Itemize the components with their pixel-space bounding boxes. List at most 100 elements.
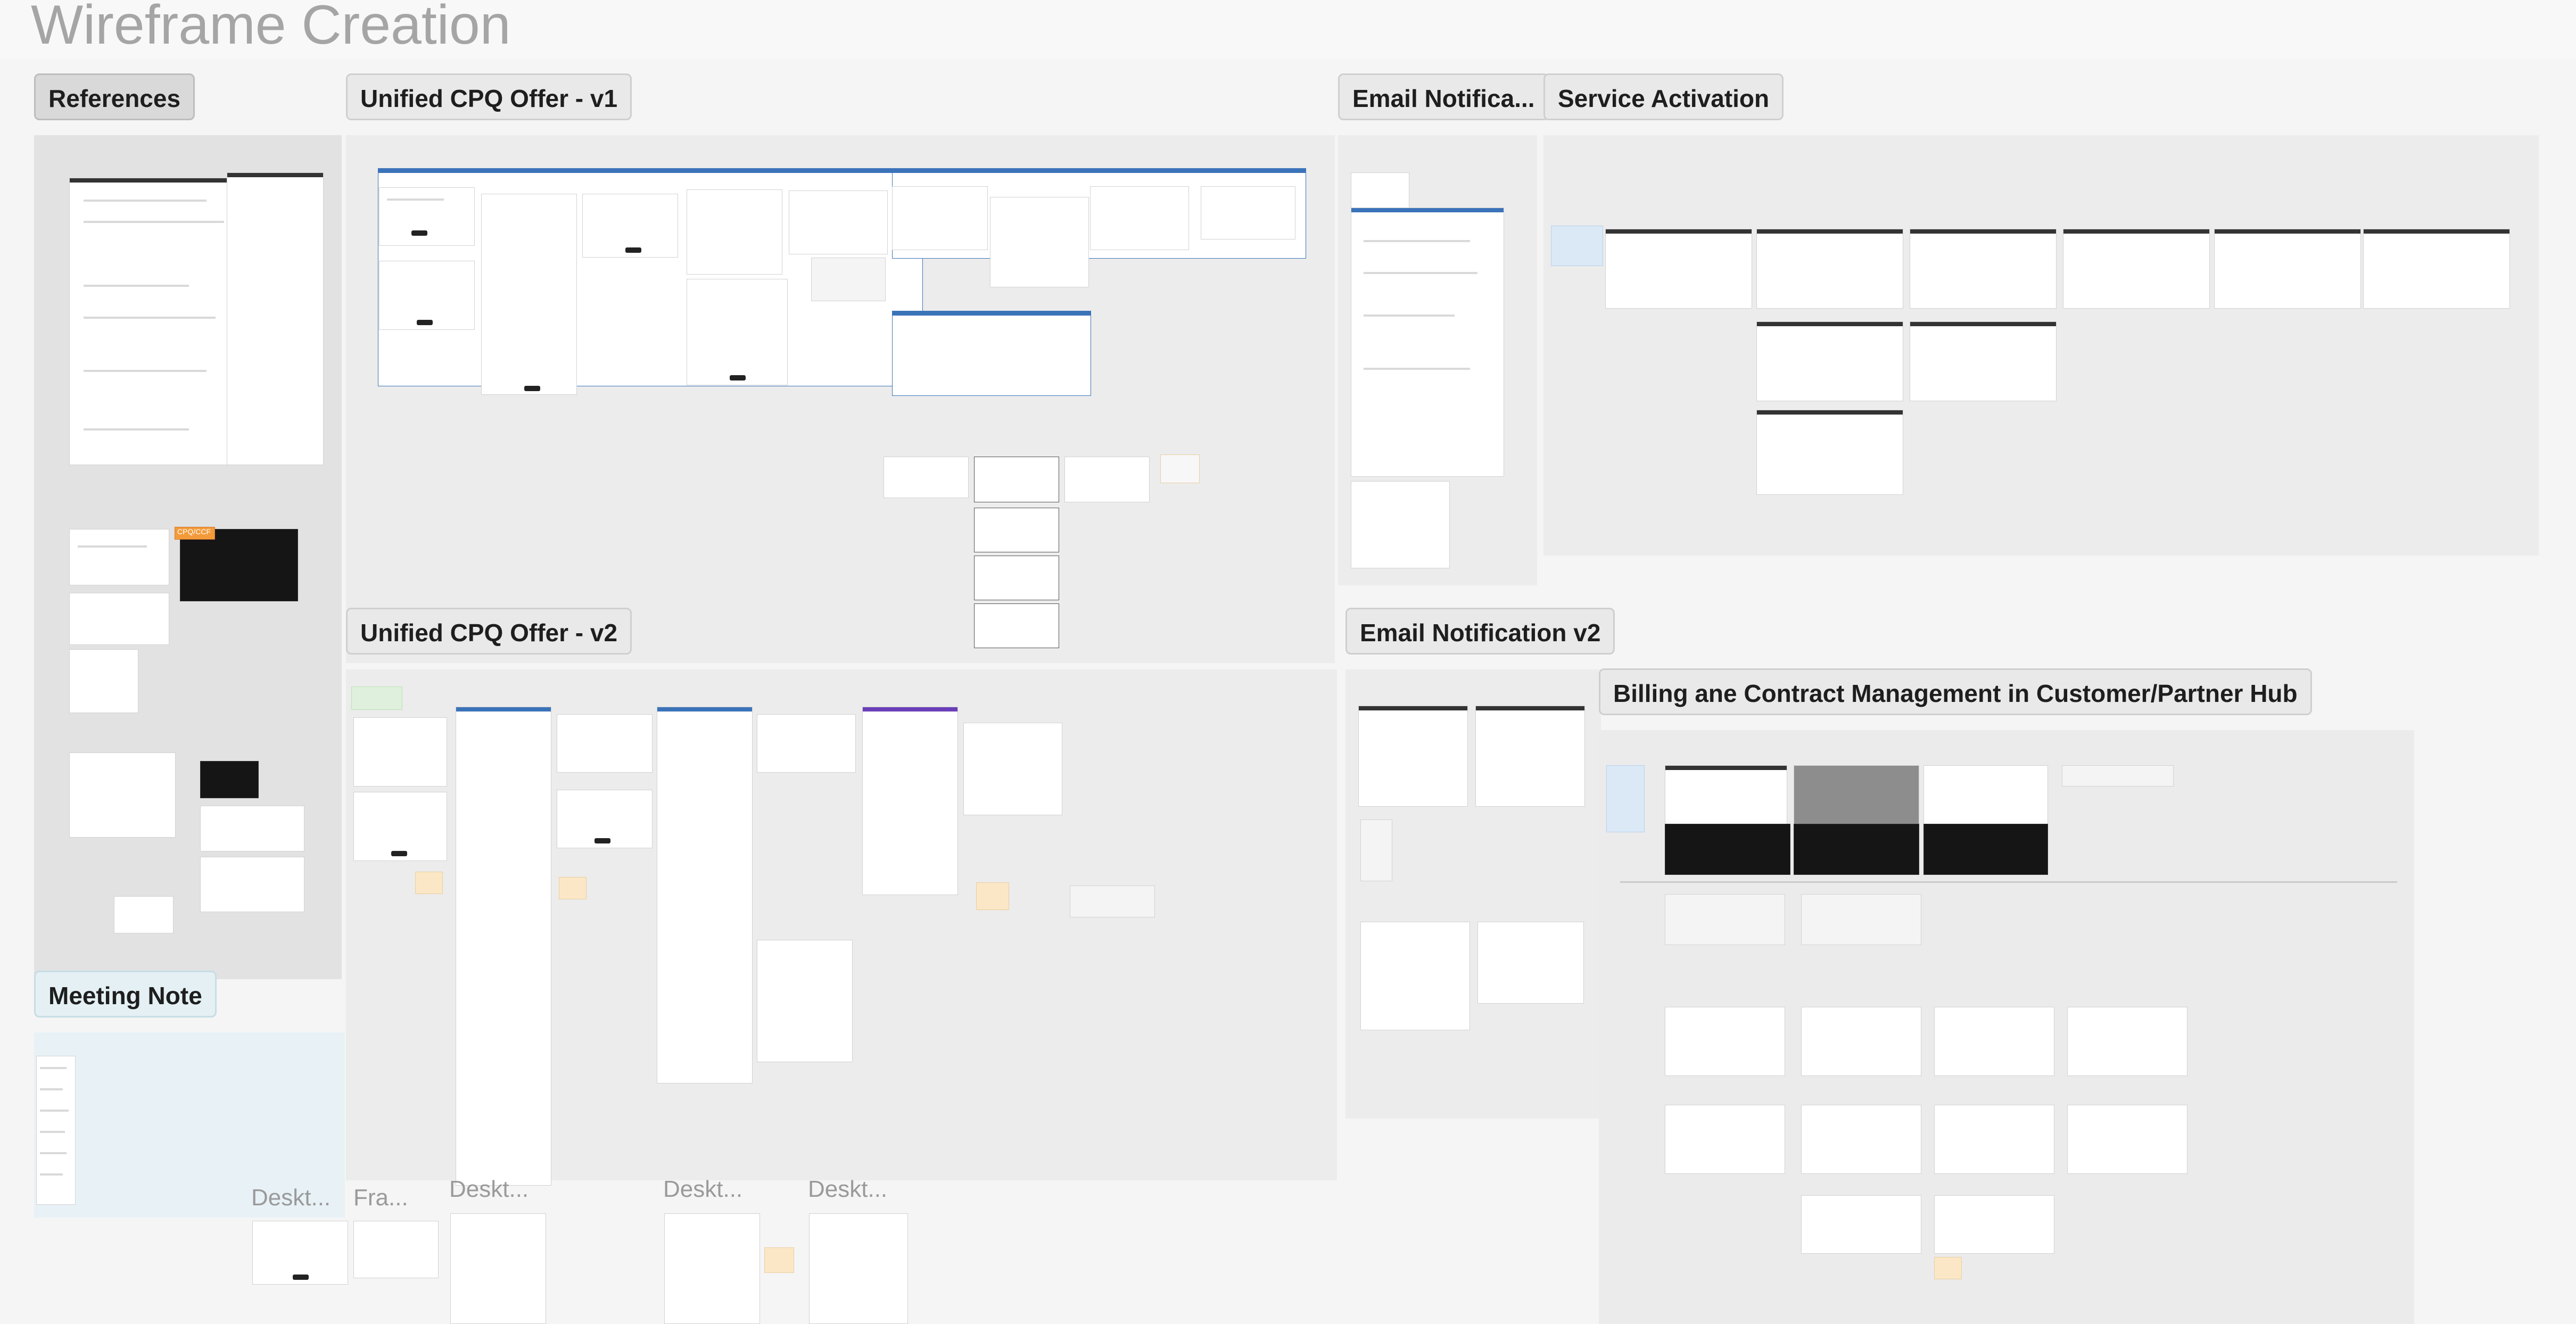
wireframe-frame[interactable] [789,191,888,254]
wireframe-frame[interactable] [1665,1105,1785,1174]
wireframe-frame[interactable] [974,603,1059,648]
wireframe-frame[interactable] [974,457,1059,502]
wireframe-frame[interactable] [1794,765,1919,829]
wireframe-frame[interactable] [892,311,1091,396]
reference-frame[interactable] [69,529,169,585]
wireframe-frame[interactable] [1801,1195,1921,1254]
wireframe-frame[interactable] [379,187,475,246]
section-label-references[interactable]: References [34,73,195,120]
wireframe-frame[interactable] [1756,321,1903,401]
wireframe-frame[interactable] [1358,706,1468,807]
wireframe-frame[interactable] [862,707,958,895]
section-label-service-activation[interactable]: Service Activation [1543,73,1784,120]
wireframe-frame[interactable] [1910,229,2057,309]
wireframe-frame[interactable] [1477,922,1584,1004]
reference-frame[interactable] [180,529,298,601]
wireframe-frame[interactable] [1360,922,1470,1030]
desktop-frame[interactable] [353,1221,439,1278]
section-label-cpq-v1[interactable]: Unified CPQ Offer - v1 [346,73,632,120]
wireframe-frame[interactable] [811,258,886,301]
wireframe-frame[interactable] [1756,410,1903,495]
wireframe-frame[interactable] [1070,886,1155,917]
wireframe-frame[interactable] [1910,321,2057,401]
reference-frame[interactable] [69,178,246,465]
wireframe-frame[interactable] [1801,1105,1921,1174]
section-label-billing[interactable]: Billing ane Contract Management in Custo… [1599,668,2312,715]
wireframe-frame[interactable] [1201,186,1295,239]
wireframe-frame[interactable] [1801,894,1921,945]
wireframe-frame[interactable] [1064,457,1150,502]
wireframe-frame[interactable] [1756,229,1903,309]
reference-frame[interactable] [114,896,174,933]
wireframe-frame[interactable] [481,194,577,395]
wireframe-frame[interactable] [884,457,969,498]
wireframe-frame[interactable] [687,279,788,385]
service-activation-section[interactable] [1543,135,2539,556]
references-section[interactable]: CPQ/CCF [34,135,342,979]
reference-frame[interactable] [200,857,304,912]
frame-label-desktop-2[interactable]: Deskt... [449,1176,529,1203]
section-label-email-notification-v2[interactable]: Email Notification v2 [1345,608,1615,655]
billing-section[interactable] [1599,730,2414,1324]
wireframe-frame[interactable] [1801,1007,1921,1076]
wireframe-frame[interactable] [582,194,678,258]
wireframe-frame[interactable] [1665,1007,1785,1076]
section-label-cpq-v2[interactable]: Unified CPQ Offer - v2 [346,608,632,655]
cpq-v1-section[interactable] [346,135,1335,663]
reference-frame[interactable] [69,752,176,838]
wireframe-frame[interactable] [557,714,653,773]
wireframe-frame[interactable] [456,707,551,1186]
reference-frame[interactable] [200,806,304,851]
wireframe-frame[interactable] [974,508,1059,552]
desktop-frame[interactable] [809,1213,908,1324]
wireframe-frame[interactable] [2363,229,2510,309]
wireframe-frame[interactable] [353,717,447,787]
wireframe-frame[interactable] [1475,706,1585,807]
wireframe-frame[interactable] [353,792,447,861]
email-notification-v2-section[interactable] [1345,669,1601,1119]
wireframe-frame[interactable] [1665,765,1787,829]
wireframe-frame[interactable] [2063,229,2210,309]
wireframe-frame[interactable] [1923,765,2048,829]
wireframe-frame[interactable] [757,714,856,773]
wireframe-frame[interactable] [687,189,782,275]
wireframe-frame[interactable] [1665,894,1785,945]
wireframe-frame[interactable] [974,556,1059,600]
wireframe-frame[interactable] [2067,1105,2187,1174]
wireframe-frame[interactable] [2067,1007,2187,1076]
wireframe-frame[interactable] [1351,208,1504,477]
wireframe-frame[interactable] [2214,229,2361,309]
frame-label-desktop-4[interactable]: Deskt... [808,1176,887,1203]
wireframe-frame[interactable] [1934,1195,2054,1254]
wireframe-frame[interactable] [1351,481,1450,568]
reference-frame[interactable] [69,649,138,713]
frame-label-desktop-1[interactable]: Deskt... [251,1185,331,1211]
wireframe-frame[interactable] [963,723,1062,815]
wireframe-frame[interactable] [1923,824,2048,875]
frame-label-frame-1[interactable]: Fra... [353,1185,408,1211]
reference-frame[interactable] [69,593,169,645]
wireframe-frame[interactable] [657,707,753,1083]
wireframe-frame[interactable] [557,790,653,848]
meeting-note-frame[interactable] [36,1056,76,1205]
reference-frame[interactable] [227,172,324,465]
cpq-v2-section[interactable] [346,669,1337,1186]
wireframe-frame[interactable] [1794,824,1919,875]
wireframe-frame[interactable] [990,197,1089,287]
email-notification-section[interactable] [1338,135,1537,585]
wireframe-frame[interactable] [1360,820,1392,881]
wireframe-frame[interactable] [1934,1105,2054,1174]
reference-frame[interactable] [200,761,259,798]
frame-label-desktop-3[interactable]: Deskt... [663,1176,742,1203]
desktop-frame[interactable] [252,1221,348,1285]
wireframe-frame[interactable] [1090,186,1189,250]
section-label-meeting-note[interactable]: Meeting Note [34,971,217,1017]
wireframe-frame[interactable] [1665,824,1790,875]
section-label-email-notification[interactable]: Email Notifica... [1338,73,1549,120]
wireframe-frame[interactable] [892,186,988,250]
wireframe-frame[interactable] [757,940,853,1062]
wireframe-frame[interactable] [2062,765,2174,787]
desktop-frame[interactable] [450,1213,546,1324]
wireframe-frame[interactable] [1605,229,1752,309]
desktop-frame[interactable] [664,1213,760,1324]
